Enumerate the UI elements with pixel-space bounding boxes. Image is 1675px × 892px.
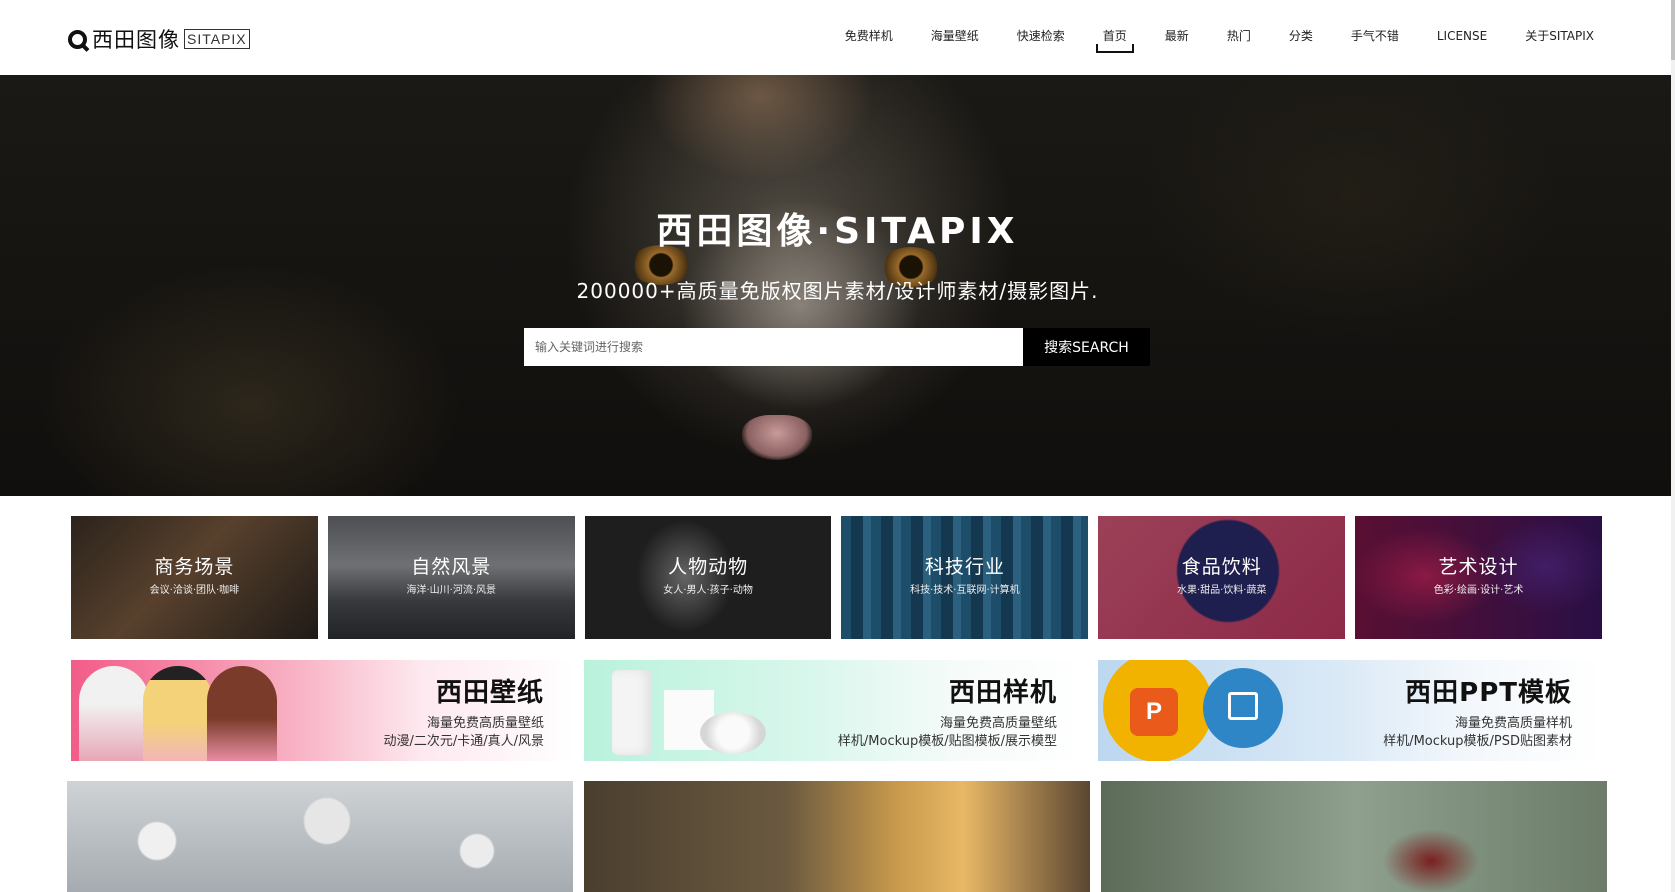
banner-title: 西田PPT模板 [1405,678,1572,708]
anime-character-image [207,666,277,761]
category-title: 科技行业 [924,556,1005,578]
hero-subtitle: 200000+高质量免版权图片素材/设计师素材/摄影图片. [576,279,1099,303]
scrollbar-thumb[interactable] [1671,0,1675,60]
category-title: 商务场景 [154,556,235,578]
category-tile-food[interactable]: 食品饮料 水果·甜品·饮料·蔬菜 [1098,516,1346,639]
category-tags: 色彩·绘画·设计·艺术 [1433,585,1524,596]
nav-item-about[interactable]: 关于SITAPIX [1512,0,1607,75]
anime-character-image [79,666,149,761]
hero-image-cat-nose [742,415,812,460]
category-tags: 水果·甜品·饮料·蔬菜 [1176,585,1267,596]
site-logo[interactable]: 西田图像 SITAPIX [68,26,250,52]
category-tags: 科技·技术·互联网·计算机 [910,585,1020,596]
site-header: 西田图像 SITAPIX 免费样机 海量壁纸 快速检索 首页 最新 热门 分类 … [0,0,1675,75]
category-tile-art[interactable]: 艺术设计 色彩·绘画·设计·艺术 [1355,516,1602,639]
logo-text-cn: 西田图像 [92,28,180,52]
nav-item-categories[interactable]: 分类 [1276,0,1326,75]
logo-icon [68,29,87,49]
banner-title: 西田样机 [948,678,1057,708]
category-title: 艺术设计 [1438,556,1519,578]
banner-wallpapers[interactable]: 西田壁纸 海量免费高质量壁纸 动漫/二次元/卡通/真人/风景 [71,660,574,761]
nav-item-free-mockups[interactable]: 免费样机 [832,0,906,75]
category-tags: 女人·男人·孩子·动物 [663,585,753,596]
mockup-jar-image [700,712,766,754]
nav-item-quick-search[interactable]: 快速检索 [1004,0,1078,75]
banner-line1: 海量免费高质量样机 [1454,716,1572,731]
banner-title: 西田壁纸 [435,678,544,708]
category-tags: 海洋·山川·河流·风景 [406,585,497,596]
photo-grid [67,781,1607,892]
keynote-icon [1228,692,1258,720]
nav-item-license[interactable]: LICENSE [1424,0,1500,75]
category-title: 食品饮料 [1181,556,1262,578]
banner-line2: 样机/Mockup模板/贴图模板/展示模型 [837,734,1057,749]
photo-card[interactable] [584,781,1090,892]
category-tile-tech[interactable]: 科技行业 科技·技术·互联网·计算机 [841,516,1089,639]
nav-item-popular[interactable]: 热门 [1214,0,1264,75]
anime-character-image [143,666,213,761]
search-input[interactable] [524,328,1023,366]
category-tile-people-animals[interactable]: 人物动物 女人·男人·孩子·动物 [584,516,832,639]
category-tiles: 商务场景 会议·洽谈·团队·咖啡 自然风景 海洋·山川·河流·风景 人物动物 女… [71,516,1602,639]
banner-mockups[interactable]: 西田样机 海量免费高质量壁纸 样机/Mockup模板/贴图模板/展示模型 [584,660,1087,761]
main-nav: 免费样机 海量壁纸 快速检索 首页 最新 热门 分类 手气不错 LICENSE … [820,0,1607,75]
category-tags: 会议·洽谈·团队·咖啡 [149,585,240,596]
hero-banner: 西田图像·SITAPIX 200000+高质量免版权图片素材/设计师素材/摄影图… [0,75,1675,496]
category-title: 自然风景 [411,556,492,578]
photo-card[interactable] [1101,781,1607,892]
banner-line1: 海量免费高质量壁纸 [939,716,1057,731]
mockup-bottle-image [612,670,652,755]
nav-item-home[interactable]: 首页 [1090,0,1140,75]
banner-line2: 样机/Mockup模板/PSD贴图素材 [1383,734,1572,749]
nav-item-wallpapers[interactable]: 海量壁纸 [918,0,992,75]
banner-line1: 海量免费高质量壁纸 [426,716,544,731]
category-title: 人物动物 [668,556,749,578]
nav-item-latest[interactable]: 最新 [1152,0,1202,75]
hero-title: 西田图像·SITAPIX [656,211,1019,252]
banner-line2: 动漫/二次元/卡通/真人/风景 [383,734,544,749]
powerpoint-icon: P [1130,688,1178,736]
banner-ppt-templates[interactable]: P 西田PPT模板 海量免费高质量样机 样机/Mockup模板/PSD贴图素材 [1098,660,1602,761]
category-tile-nature[interactable]: 自然风景 海洋·山川·河流·风景 [327,516,575,639]
search-button[interactable]: 搜索SEARCH [1023,328,1150,366]
page-scrollbar[interactable] [1671,0,1675,892]
promo-banners: 西田壁纸 海量免费高质量壁纸 动漫/二次元/卡通/真人/风景 西田样机 海量免费… [71,660,1602,761]
nav-item-lucky[interactable]: 手气不错 [1338,0,1412,75]
photo-card[interactable] [67,781,573,892]
category-tile-business[interactable]: 商务场景 会议·洽谈·团队·咖啡 [71,516,318,639]
logo-text-en: SITAPIX [184,29,250,49]
